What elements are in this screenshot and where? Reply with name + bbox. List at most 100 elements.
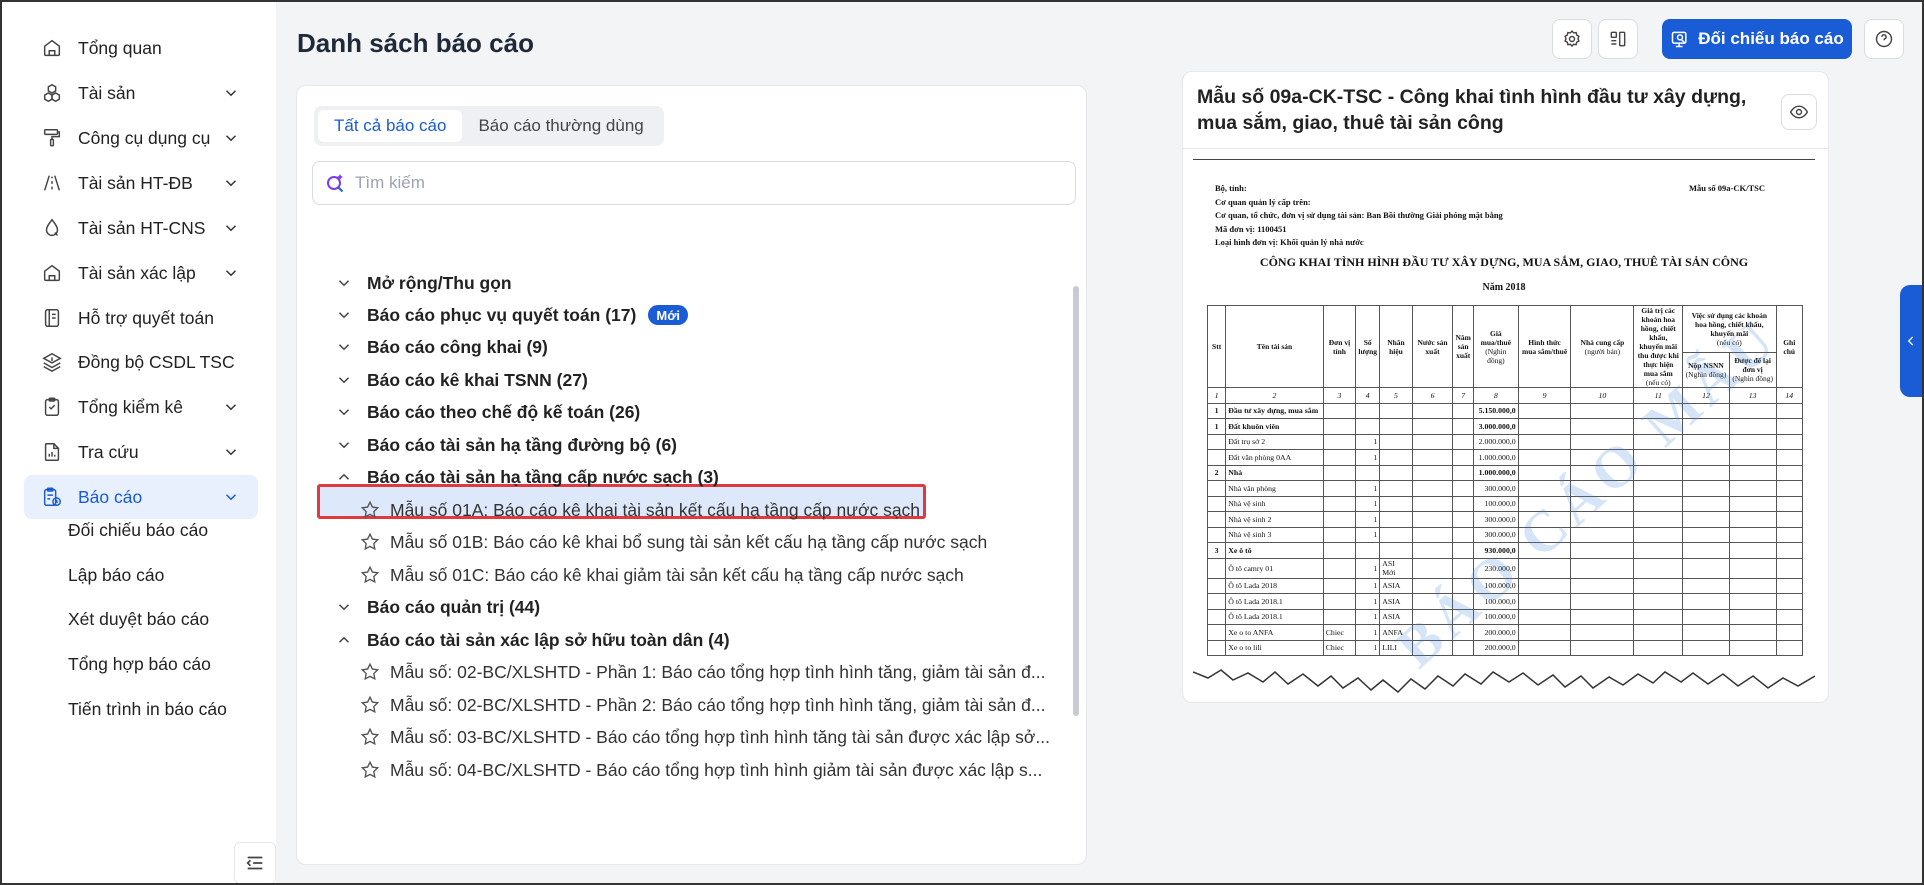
document-cell <box>1570 495 1635 512</box>
star-icon-wrap[interactable] <box>359 726 381 748</box>
sidebar-subitem-xet-duyet-bao-cao[interactable]: Xét duyệt báo cáo <box>68 609 209 630</box>
sidebar-subitem-tong-hop-bao-cao[interactable]: Tổng hợp báo cáo <box>68 654 211 675</box>
tab-all-reports[interactable]: Tất cả báo cáo <box>318 110 463 142</box>
tree-group[interactable]: Báo cáo tài sản hạ tầng đường bộ (6) <box>335 432 677 458</box>
preview-view-button[interactable] <box>1781 94 1817 130</box>
document-cell <box>1517 480 1572 497</box>
tree-group-label: Báo cáo kê khai TSNN (27) <box>367 369 588 390</box>
document-cell <box>1517 639 1572 656</box>
col-usage-label: Việc sử dụng các khoản hoa hồng, chiết k… <box>1691 310 1768 338</box>
sidebar-item-tong-kiem-ke[interactable]: Tổng kiểm kê <box>24 385 258 429</box>
tree-group[interactable]: Báo cáo kê khai TSNN (27) <box>335 367 588 393</box>
collapse-sidebar-button[interactable] <box>234 842 276 883</box>
col-year: Năm sản xuất <box>1452 305 1475 388</box>
help-button[interactable] <box>1864 19 1904 59</box>
document-cell-stt <box>1206 593 1227 610</box>
report-item[interactable]: Mẫu số 01A: Báo cáo kê khai tài sản kết … <box>359 497 920 523</box>
document-cell <box>1775 608 1803 625</box>
boxes-icon-wrap <box>40 81 64 105</box>
settings-button[interactable] <box>1552 19 1592 59</box>
tree-group[interactable]: Báo cáo công khai (9) <box>335 334 548 360</box>
tree-group[interactable]: Báo cáo tài sản hạ tầng cấp nước sạch (3… <box>335 464 719 490</box>
report-item[interactable]: Mẫu số: 02-BC/XLSHTD - Phần 1: Báo cáo t… <box>359 659 1045 685</box>
sidebar-item-label: Tổng kiểm kê <box>78 396 184 417</box>
star-icon-wrap[interactable] <box>359 531 381 553</box>
document-cell-unit <box>1322 608 1357 625</box>
document-cell <box>1682 593 1730 610</box>
document-cell-name: Ô tô Lada 2018.1 <box>1225 608 1324 625</box>
list-scrollbar[interactable] <box>1073 286 1079 716</box>
tree-group[interactable]: Báo cáo theo chế độ kế toán (26) <box>335 399 640 425</box>
document-cell <box>1775 511 1803 528</box>
sidebar-item-dong-bo-csdl-tsc[interactable]: Đồng bộ CSDL TSC <box>24 340 258 384</box>
sidebar-item-tra-cuu[interactable]: Tra cứu <box>24 430 258 474</box>
document-cell <box>1452 557 1475 579</box>
document-cell-price: 1.000.000,0 <box>1473 464 1519 481</box>
tree-group-label: Báo cáo công khai (9) <box>367 336 548 357</box>
document-cell-price: 5.150.000,0 <box>1473 402 1519 419</box>
chevron-down-icon <box>225 225 237 232</box>
sidebar-subitem-lap-bao-cao[interactable]: Lập báo cáo <box>68 565 164 586</box>
document-cell-qty: 1 <box>1355 639 1381 656</box>
star-icon-wrap[interactable] <box>359 759 381 781</box>
tree-group[interactable]: Báo cáo phục vụ quyết toán (17) Mới <box>335 302 689 328</box>
sidebar-item-tai-san-ht-db[interactable]: Tài sản HT-ĐB <box>24 161 258 205</box>
sidebar-item-ho-tro-quyet-toan[interactable]: Hỗ trợ quyết toán <box>24 296 258 340</box>
document-cell <box>1411 480 1454 497</box>
document-meta-line: Mã đơn vị: 1100451 <box>1215 223 1287 234</box>
sidebar-item-tai-san-ht-cns[interactable]: Tài sản HT-CNS <box>24 206 258 250</box>
col-origin: Nước sản xuất <box>1411 305 1454 388</box>
star-icon-wrap[interactable] <box>359 564 381 586</box>
document-cell-qty <box>1355 542 1381 559</box>
report-list-panel: Tất cả báo cáo Báo cáo thường dùng Mở rộ… <box>296 85 1087 865</box>
document-meta-line: Loại hình đơn vị: Khối quản lý nhà nước <box>1215 237 1364 247</box>
col-supplier: Nhà cung cấp (người bán) <box>1570 305 1635 388</box>
star-icon-wrap[interactable] <box>359 694 381 716</box>
document-cell <box>1728 593 1777 610</box>
col-supplier-label: Nhà cung cấp <box>1580 337 1625 347</box>
report-item[interactable]: Mẫu số: 04-BC/XLSHTD - Báo cáo tổng hợp … <box>359 757 1042 783</box>
document-cell <box>1775 557 1803 579</box>
col-stt: Stt <box>1206 305 1227 388</box>
document-cell-unit: Chiec <box>1322 624 1357 641</box>
star-icon-wrap[interactable] <box>359 661 381 683</box>
document-cell-stt <box>1206 526 1227 543</box>
tab-frequent-reports[interactable]: Báo cáo thường dùng <box>462 110 659 142</box>
sidebar-item-label: Tra cứu <box>78 441 139 462</box>
sidebar-item-tong-quan[interactable]: Tổng quan <box>24 26 258 70</box>
chevron-down-icon-wrap <box>222 398 240 416</box>
document-cell <box>1682 433 1730 450</box>
sidebar-subitem-doi-chieu-bao-cao[interactable]: Đối chiếu báo cáo <box>68 520 208 541</box>
document-cell <box>1570 639 1635 656</box>
report-item[interactable]: Mẫu số 01C: Báo cáo kê khai giảm tài sản… <box>359 562 964 588</box>
report-item[interactable]: Mẫu số: 02-BC/XLSHTD - Phần 2: Báo cáo t… <box>359 692 1045 718</box>
side-panel-toggle[interactable] <box>1900 285 1922 397</box>
document-cell <box>1517 557 1572 579</box>
water-drop-icon <box>45 218 59 236</box>
report-item[interactable]: Mẫu số 01B: Báo cáo kê khai bổ sung tài … <box>359 529 987 555</box>
report-item-label: Mẫu số: 03-BC/XLSHTD - Báo cáo tổng hợp … <box>390 726 1050 747</box>
layout-button[interactable] <box>1598 19 1638 59</box>
chevron-down-icon-wrap <box>335 371 353 389</box>
col-usage-note: (nếu có) <box>1716 337 1742 347</box>
sidebar-subitem-tien-trinh-in-bao-cao[interactable]: Tiến trình in báo cáo <box>68 699 227 720</box>
search-input[interactable] <box>355 173 1035 193</box>
document-cell <box>1517 418 1572 435</box>
compare-report-button[interactable]: Đối chiếu báo cáo <box>1662 19 1852 59</box>
sidebar-item-tai-san-xac-lap[interactable]: Tài sản xác lập <box>24 251 258 295</box>
report-item[interactable]: Mẫu số: 03-BC/XLSHTD - Báo cáo tổng hợp … <box>359 724 1050 750</box>
sidebar-item-bao-cao[interactable]: Báo cáo <box>24 475 258 519</box>
column-number: 6 <box>1411 387 1454 404</box>
tree-group[interactable]: Báo cáo quản trị (44) <box>335 594 540 620</box>
star-icon-wrap[interactable] <box>359 499 381 521</box>
document-cell <box>1570 449 1635 466</box>
document-cell <box>1633 480 1684 497</box>
document-cell <box>1728 577 1777 594</box>
sidebar-item-label: Tổng quan <box>78 37 162 58</box>
expand-collapse-all[interactable]: Mở rộng/Thu gọn <box>335 270 512 296</box>
tree-group[interactable]: Báo cáo tài sản xác lập sở hữu toàn dân … <box>335 627 730 653</box>
col-price-label: Giá mua/thuê <box>1480 328 1512 347</box>
sidebar-item-tai-san[interactable]: Tài sản <box>24 71 258 115</box>
col-usage: Việc sử dụng các khoản hoa hồng, chiết k… <box>1682 305 1777 353</box>
sidebar-item-cong-cu-dung-cu[interactable]: Công cụ dụng cụ <box>24 116 258 160</box>
